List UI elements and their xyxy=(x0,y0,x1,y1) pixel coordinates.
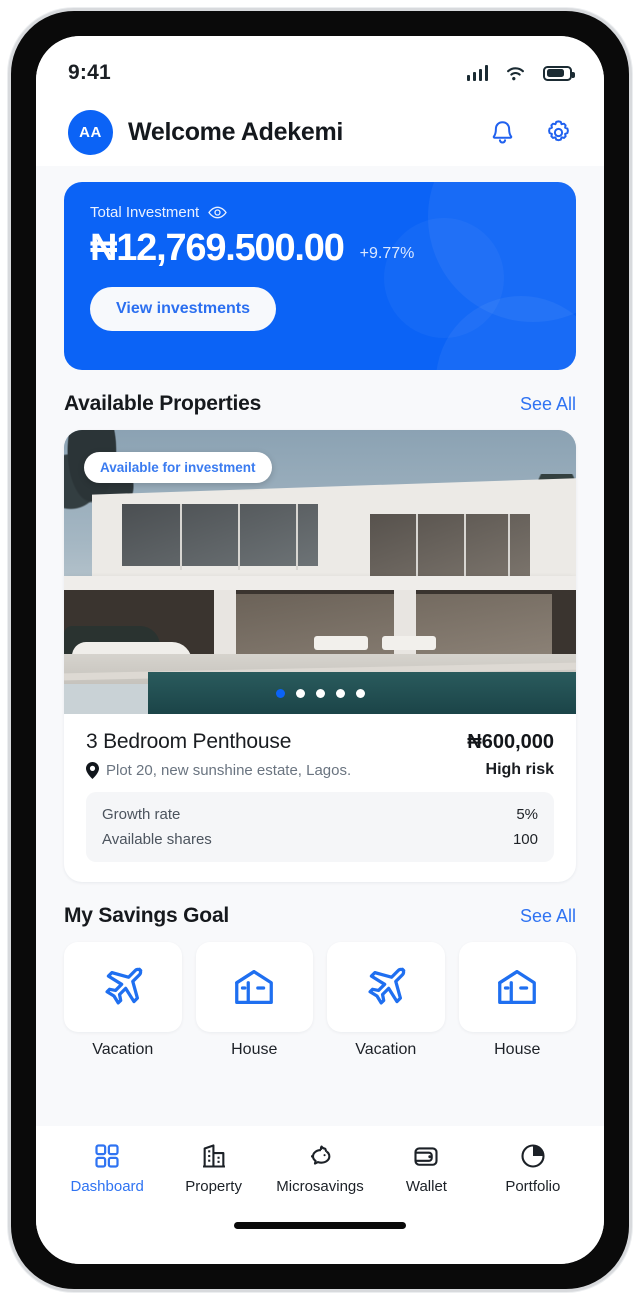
property-stat-row: Growth rate 5% xyxy=(102,802,538,827)
property-card[interactable]: Available for investment 3 Bedroom Penth… xyxy=(64,430,576,882)
nav-label: Microsavings xyxy=(276,1178,364,1195)
airplane-icon xyxy=(368,967,406,1005)
investment-availability-badge: Available for investment xyxy=(84,452,272,483)
goal-label: House xyxy=(494,1041,541,1058)
status-time: 9:41 xyxy=(68,61,111,84)
villa-pillar xyxy=(214,590,236,660)
property-stats: Growth rate 5% Available shares 100 xyxy=(86,792,554,862)
carousel-dots xyxy=(64,689,576,698)
header-left: AA Welcome Adekemi xyxy=(68,109,344,155)
nav-item-dashboard[interactable]: Dashboard xyxy=(54,1142,160,1195)
avatar[interactable]: AA xyxy=(68,109,113,155)
wifi-icon xyxy=(507,67,524,81)
goal-label: Vacation xyxy=(92,1041,154,1058)
nav-label: Portfolio xyxy=(505,1178,561,1195)
total-investment-card: Total Investment ₦12,769.500.00 +9.77% V… xyxy=(64,182,576,370)
home-indicator[interactable] xyxy=(234,1222,406,1229)
available-properties-title: Available Properties xyxy=(64,392,262,415)
savings-goal-item-vacation-2[interactable]: Vacation xyxy=(327,942,445,1059)
lounge-chair xyxy=(382,636,436,650)
goal-tile[interactable] xyxy=(64,942,182,1032)
pie-chart-icon xyxy=(521,1144,545,1168)
main-content: Total Investment ₦12,769.500.00 +9.77% V… xyxy=(36,166,604,1126)
savings-goal-item-vacation[interactable]: Vacation xyxy=(64,942,182,1059)
airplane-icon xyxy=(105,967,143,1005)
investment-change-percent: +9.77% xyxy=(359,244,415,262)
total-investment-label-row: Total Investment xyxy=(90,204,550,221)
property-location: Plot 20, new sunshine estate, Lagos. xyxy=(106,761,352,779)
nav-label: Wallet xyxy=(405,1178,447,1195)
window-mullion xyxy=(464,514,466,580)
piggy-bank-icon xyxy=(311,1145,331,1165)
stat-value: 5% xyxy=(516,806,538,823)
nav-item-property[interactable]: Property xyxy=(160,1142,266,1195)
properties-see-all-link[interactable]: See All xyxy=(520,394,576,415)
goal-tile[interactable] xyxy=(195,942,313,1032)
gear-icon[interactable] xyxy=(545,119,572,146)
nav-item-microsavings[interactable]: Microsavings xyxy=(267,1142,373,1195)
savings-goal-item-house-2[interactable]: House xyxy=(458,942,576,1059)
stat-label: Growth rate xyxy=(102,806,181,823)
available-properties-header: Available Properties See All xyxy=(64,392,576,416)
savings-goal-title: My Savings Goal xyxy=(64,904,230,927)
goal-label: Vacation xyxy=(355,1041,417,1058)
cellular-signal-icon xyxy=(466,65,488,81)
nav-label: Property xyxy=(185,1178,242,1195)
map-pin-icon xyxy=(86,761,99,779)
window-mullion xyxy=(238,504,240,570)
phone-frame: 9:41 AA Welcome Adekemi Total Investment… xyxy=(8,8,632,1292)
building-icon xyxy=(202,1144,225,1168)
villa-glass-right xyxy=(370,514,530,578)
property-name: 3 Bedroom Penthouse xyxy=(86,730,292,753)
carousel-dot-4[interactable] xyxy=(335,689,345,698)
goal-tile[interactable] xyxy=(458,942,576,1032)
savings-goal-item-house[interactable]: House xyxy=(195,942,313,1059)
property-details: 3 Bedroom Penthouse ₦600,000 Plot 20, ne… xyxy=(64,714,576,882)
stat-value: 100 xyxy=(512,831,538,848)
carousel-dot-5[interactable] xyxy=(355,689,365,698)
lounge-chair xyxy=(314,636,368,650)
home-indicator-area xyxy=(36,1222,604,1264)
savings-goal-header: My Savings Goal See All xyxy=(64,904,576,928)
total-investment-label: Total Investment xyxy=(90,204,200,221)
notification-bell-icon[interactable] xyxy=(490,119,515,146)
wallet-icon xyxy=(414,1147,438,1166)
phone-screen: 9:41 AA Welcome Adekemi Total Investment… xyxy=(36,36,604,1264)
status-icons xyxy=(466,65,575,81)
savings-goal-list: Vacation House Vacation House xyxy=(64,942,576,1059)
villa-glass-left xyxy=(122,504,318,566)
window-mullion xyxy=(508,514,510,580)
page-title: Welcome Adekemi xyxy=(128,117,344,146)
view-investments-button[interactable]: View investments xyxy=(90,286,276,331)
status-bar: 9:41 xyxy=(36,36,604,98)
header-actions xyxy=(490,119,572,146)
grid-squares-icon xyxy=(95,1144,119,1168)
house-icon xyxy=(498,970,537,1004)
property-price: ₦600,000 xyxy=(467,730,554,753)
app-header: AA Welcome Adekemi xyxy=(36,98,604,166)
window-mullion xyxy=(416,514,418,580)
nav-item-wallet[interactable]: Wallet xyxy=(373,1142,479,1195)
goal-label: House xyxy=(231,1041,278,1058)
house-icon xyxy=(235,970,274,1004)
nav-label: Dashboard xyxy=(70,1178,144,1195)
savings-see-all-link[interactable]: See All xyxy=(520,906,576,927)
window-mullion xyxy=(296,504,298,570)
total-investment-amount: ₦12,769.500.00 xyxy=(90,227,345,269)
bottom-navigation: Dashboard Property Microsavings Wallet P… xyxy=(36,1126,604,1222)
goal-tile[interactable] xyxy=(327,942,445,1032)
property-stat-row: Available shares 100 xyxy=(102,827,538,852)
nav-item-portfolio[interactable]: Portfolio xyxy=(480,1142,586,1195)
window-mullion xyxy=(180,504,182,570)
carousel-dot-2[interactable] xyxy=(295,689,305,698)
property-location-row: Plot 20, new sunshine estate, Lagos. xyxy=(86,761,352,779)
property-risk-level: High risk xyxy=(485,761,554,778)
battery-icon xyxy=(543,65,575,81)
property-image[interactable]: Available for investment xyxy=(64,430,576,714)
stat-label: Available shares xyxy=(102,831,212,848)
carousel-dot-1[interactable] xyxy=(275,689,285,698)
eye-icon[interactable] xyxy=(208,206,227,219)
carousel-dot-3[interactable] xyxy=(315,689,325,698)
